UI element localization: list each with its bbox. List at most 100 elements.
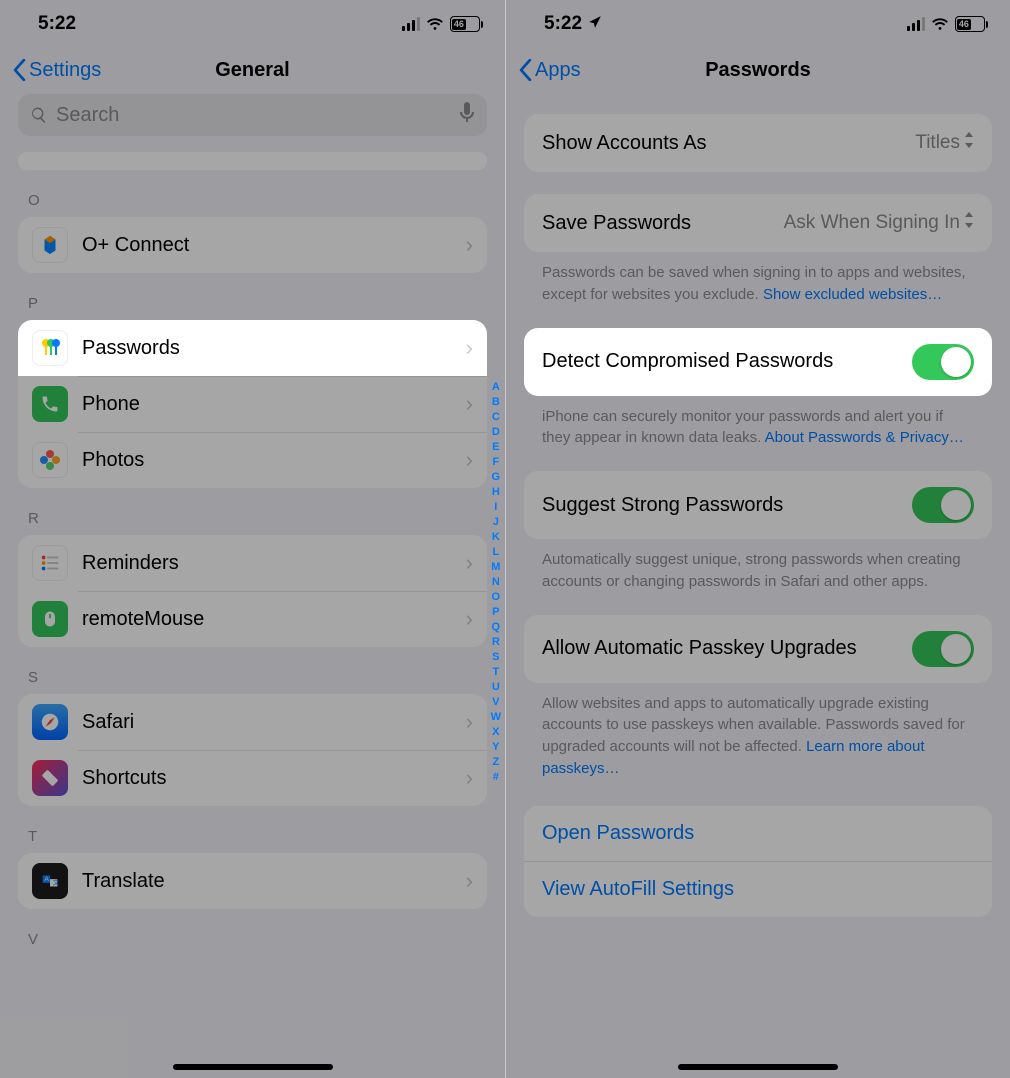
section-header-o: O xyxy=(18,170,487,217)
index-letter[interactable]: T xyxy=(492,665,499,680)
index-letter[interactable]: E xyxy=(492,440,499,455)
translate-icon: A文 xyxy=(32,863,68,899)
chevron-left-icon xyxy=(12,59,27,81)
index-letter[interactable]: F xyxy=(492,455,499,470)
row-passkey-upgrades[interactable]: Allow Automatic Passkey Upgrades xyxy=(524,615,992,683)
chevron-right-icon: › xyxy=(466,550,473,576)
row-reminders[interactable]: Reminders › xyxy=(18,535,487,591)
row-safari[interactable]: Safari › xyxy=(18,694,487,750)
index-letter[interactable]: V xyxy=(492,695,499,710)
back-button[interactable]: Settings xyxy=(12,59,101,82)
chevron-right-icon: › xyxy=(466,868,473,894)
index-letter[interactable]: B xyxy=(492,395,500,410)
group-stub xyxy=(18,152,487,170)
row-label: Show Accounts As xyxy=(542,132,707,155)
search-placeholder: Search xyxy=(56,104,451,127)
svg-text:A: A xyxy=(45,876,50,883)
row-suggest-strong[interactable]: Suggest Strong Passwords xyxy=(524,471,992,539)
chevron-right-icon: › xyxy=(466,606,473,632)
row-show-accounts-as[interactable]: Show Accounts As Titles xyxy=(524,114,992,172)
nav-title: Passwords xyxy=(506,59,1010,82)
index-letter[interactable]: L xyxy=(492,545,499,560)
index-letter[interactable]: C xyxy=(492,410,500,425)
back-label: Settings xyxy=(29,59,101,82)
toggle-detect-compromised[interactable] xyxy=(912,344,974,380)
svg-text:文: 文 xyxy=(53,878,60,887)
index-letter[interactable]: H xyxy=(492,485,500,500)
row-shortcuts[interactable]: Shortcuts › xyxy=(18,750,487,806)
wifi-icon xyxy=(426,17,444,31)
index-letter[interactable]: O xyxy=(492,590,501,605)
search-icon xyxy=(30,106,48,124)
index-letter[interactable]: S xyxy=(492,650,499,665)
chevron-right-icon: › xyxy=(466,447,473,473)
index-letter[interactable]: W xyxy=(491,710,501,725)
nav-bar: Apps Passwords xyxy=(506,48,1010,92)
row-translate[interactable]: A文 Translate › xyxy=(18,853,487,909)
index-letter[interactable]: I xyxy=(494,500,497,515)
row-view-autofill[interactable]: View AutoFill Settings xyxy=(524,861,992,917)
index-letter[interactable]: D xyxy=(492,425,500,440)
toggle-passkey-upgrades[interactable] xyxy=(912,631,974,667)
chevron-right-icon: › xyxy=(466,335,473,361)
phone-icon xyxy=(32,386,68,422)
row-value: Titles xyxy=(915,132,960,154)
footer-suggest: Automatically suggest unique, strong pas… xyxy=(524,539,992,593)
section-header-r: R xyxy=(18,488,487,535)
status-bar: 5:22 46 xyxy=(506,0,1010,48)
index-letter[interactable]: N xyxy=(492,575,500,590)
row-phone[interactable]: Phone › xyxy=(18,376,487,432)
index-letter[interactable]: M xyxy=(491,560,500,575)
chevron-right-icon: › xyxy=(466,232,473,258)
index-letter[interactable]: A xyxy=(492,380,500,395)
index-letter[interactable]: J xyxy=(493,515,499,530)
index-letter[interactable]: U xyxy=(492,680,500,695)
index-letter[interactable]: Y xyxy=(492,740,499,755)
index-letter[interactable]: X xyxy=(492,725,499,740)
alphabet-index[interactable]: ABCDEFGHIJKLMNOPQRSTUVWXYZ# xyxy=(491,380,501,785)
home-indicator[interactable] xyxy=(173,1064,333,1070)
index-letter[interactable]: K xyxy=(492,530,500,545)
row-label: Save Passwords xyxy=(542,212,691,235)
home-indicator[interactable] xyxy=(678,1064,838,1070)
index-letter[interactable]: Q xyxy=(492,620,501,635)
location-icon xyxy=(588,13,602,35)
section-header-t: T xyxy=(18,806,487,853)
up-down-icon xyxy=(964,211,974,235)
pane-general-settings: 5:22 46 Settings General Search xyxy=(0,0,505,1078)
section-header-s: S xyxy=(18,647,487,694)
shortcuts-icon xyxy=(32,760,68,796)
footer-save-passwords: Passwords can be saved when signing in t… xyxy=(524,252,992,306)
section-header-v: V xyxy=(18,909,487,956)
search-input[interactable]: Search xyxy=(18,94,487,136)
footer-passkeys: Allow websites and apps to automatically… xyxy=(524,683,992,780)
chevron-left-icon xyxy=(518,59,533,81)
battery-icon: 46 xyxy=(955,16,989,32)
nav-bar: Settings General xyxy=(0,48,505,92)
row-open-passwords[interactable]: Open Passwords xyxy=(524,806,992,861)
index-letter[interactable]: G xyxy=(492,470,501,485)
index-letter[interactable]: # xyxy=(493,770,499,785)
row-o-connect[interactable]: O+ Connect › xyxy=(18,217,487,273)
toggle-suggest-strong[interactable] xyxy=(912,487,974,523)
link-excluded-websites[interactable]: Show excluded websites… xyxy=(763,286,942,303)
row-save-passwords[interactable]: Save Passwords Ask When Signing In xyxy=(524,194,992,252)
remotemouse-icon xyxy=(32,601,68,637)
cellular-icon xyxy=(907,17,925,31)
index-letter[interactable]: R xyxy=(492,635,500,650)
link-passwords-privacy[interactable]: About Passwords & Privacy… xyxy=(765,429,964,446)
photos-icon xyxy=(32,442,68,478)
chevron-right-icon: › xyxy=(466,765,473,791)
row-passwords[interactable]: Passwords › xyxy=(18,320,487,376)
mic-icon[interactable] xyxy=(459,101,475,129)
wifi-icon xyxy=(931,17,949,31)
back-button[interactable]: Apps xyxy=(518,59,581,82)
row-remotemouse[interactable]: remoteMouse › xyxy=(18,591,487,647)
chevron-right-icon: › xyxy=(466,709,473,735)
row-photos[interactable]: Photos › xyxy=(18,432,487,488)
index-letter[interactable]: P xyxy=(492,605,499,620)
row-detect-compromised[interactable]: Detect Compromised Passwords xyxy=(524,328,992,396)
back-label: Apps xyxy=(535,59,581,82)
index-letter[interactable]: Z xyxy=(492,755,499,770)
status-time: 5:22 xyxy=(544,13,582,35)
